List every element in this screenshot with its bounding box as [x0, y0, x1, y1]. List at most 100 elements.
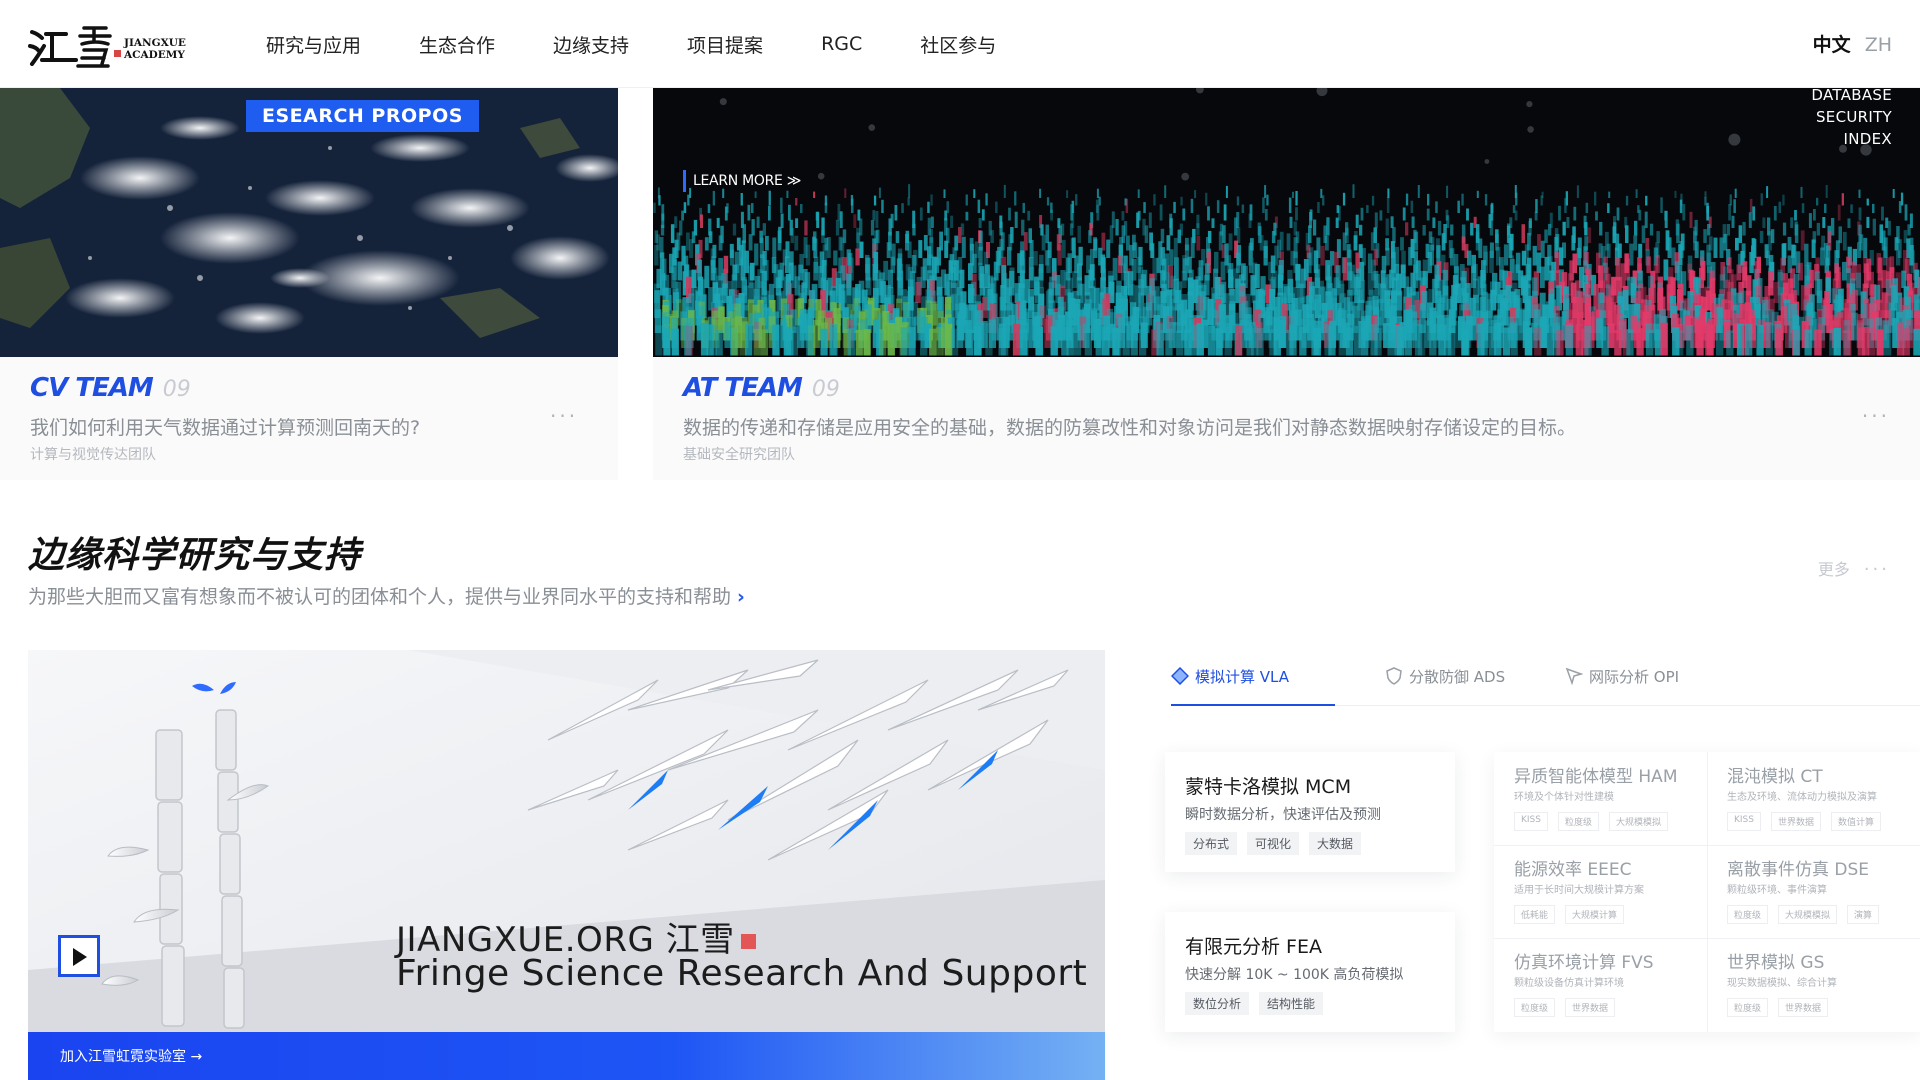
- cv-more-icon[interactable]: ···: [550, 404, 578, 428]
- tag[interactable]: 可视化: [1247, 832, 1300, 855]
- at-team-title: AT TEAM 09: [683, 373, 840, 403]
- tab-vla[interactable]: 模拟计算 VLA: [1171, 666, 1289, 706]
- at-more-icon[interactable]: ···: [1862, 404, 1890, 428]
- tag[interactable]: KISS: [1514, 812, 1548, 831]
- nav-research[interactable]: 研究与应用: [266, 31, 361, 58]
- svg-text:ACADEMY: ACADEMY: [123, 49, 185, 61]
- grid-item-title: 混沌模拟 CT: [1727, 767, 1823, 787]
- featured-card-fea[interactable]: 有限元分析 FEA 快速分解 10K ~ 100K 高负荷模拟 数位分析 结构性…: [1165, 912, 1455, 1032]
- hero-banner: JIANGXUE.ORG 江雪 Fringe Science Research …: [28, 650, 1105, 1080]
- more-link[interactable]: 更多 ···: [1818, 556, 1890, 580]
- tag[interactable]: 结构性能: [1259, 992, 1324, 1015]
- svg-text:JIANGXUE: JIANGXUE: [123, 37, 186, 49]
- tag[interactable]: 大规模模拟: [1778, 905, 1838, 924]
- more-dots-icon: ···: [1863, 559, 1890, 580]
- grid-item-gs[interactable]: 世界模拟 GS 现实数据模拟、综合计算 粒度级 世界数据: [1707, 938, 1920, 1031]
- at-team-subtitle: 基础安全研究团队: [683, 447, 795, 463]
- chevron-right-icon[interactable]: ›: [737, 586, 745, 608]
- featured-card-mcm[interactable]: 蒙特卡洛模拟 MCM 瞬时数据分析，快速评估及预测 分布式 可视化 大数据: [1165, 752, 1455, 872]
- tag[interactable]: 大数据: [1309, 832, 1362, 855]
- learn-more-link[interactable]: LEARN MORE ≫: [683, 170, 801, 192]
- tag[interactable]: 数位分析: [1185, 992, 1250, 1015]
- methods-grid: 异质智能体模型 HAM 环境及个体针对性建模 KISS 粒度级 大规模模拟 混沌…: [1494, 752, 1920, 1032]
- tag[interactable]: KISS: [1727, 812, 1761, 831]
- active-tab-indicator: [1171, 704, 1335, 706]
- tag[interactable]: 世界数据: [1565, 998, 1616, 1017]
- grid-item-tags: 粒度级 大规模模拟 演算: [1727, 905, 1889, 924]
- grid-item-desc: 现实数据模拟、综合计算: [1727, 978, 1837, 989]
- grid-item-dse[interactable]: 离散事件仿真 DSE 颗粒级环境、事件演算 粒度级 大规模模拟 演算: [1707, 845, 1920, 938]
- tag[interactable]: 分布式: [1185, 832, 1238, 855]
- nav-community[interactable]: 社区参与: [920, 31, 996, 58]
- tag[interactable]: 大规模模拟: [1609, 812, 1669, 831]
- tag[interactable]: 演算: [1847, 905, 1880, 924]
- db-line-2: SECURITY: [1815, 108, 1892, 126]
- at-team-description: 数据的传递和存储是应用安全的基础，数据的防篡改性和对象访问是我们对静态数据映射存…: [683, 417, 1577, 439]
- tab-opi-label: 网际分析 OPI: [1589, 668, 1680, 686]
- section-subtitle[interactable]: 为那些大胆而又富有想象而不被认可的团体和个人，提供与业界同水平的支持和帮助 ›: [28, 582, 745, 609]
- fea-tags: 数位分析 结构性能: [1185, 992, 1333, 1015]
- more-label: 更多: [1817, 560, 1850, 579]
- hero-subtitle: Fringe Science Research And Support: [396, 953, 1088, 994]
- grid-item-title: 能源效率 EEEC: [1514, 860, 1632, 880]
- tab-vla-label: 模拟计算 VLA: [1195, 668, 1289, 686]
- tag[interactable]: 低耗能: [1514, 905, 1556, 924]
- shield-icon: [1386, 667, 1402, 685]
- grid-item-tags: KISS 粒度级 大规模模拟: [1514, 812, 1678, 831]
- research-proposal-tag: ESEARCH PROPOS: [246, 100, 479, 132]
- diamond-icon: [1171, 667, 1189, 685]
- grid-item-tags: 粒度级 世界数据: [1514, 998, 1625, 1017]
- mcm-tags: 分布式 可视化 大数据: [1185, 832, 1371, 855]
- site-logo[interactable]: JIANGXUE ACADEMY: [28, 20, 193, 68]
- lang-alt[interactable]: ZH: [1865, 34, 1892, 56]
- grid-item-tags: KISS 世界数据 数值计算: [1727, 812, 1891, 831]
- nav-fringe-support[interactable]: 边缘支持: [553, 31, 629, 58]
- tag[interactable]: 粒度级: [1514, 998, 1556, 1017]
- grid-item-title: 世界模拟 GS: [1727, 953, 1825, 973]
- cv-team-description: 我们如何利用天气数据通过计算预测回南天的?: [30, 417, 421, 439]
- at-team-name: AT TEAM: [683, 373, 803, 403]
- join-lab-link[interactable]: 加入江雪虹霓实验室 →: [60, 1046, 202, 1066]
- grid-item-fvs[interactable]: 仿真环境计算 FVS 颗粒级设备仿真计算环境 粒度级 世界数据: [1494, 938, 1707, 1031]
- play-icon: [73, 948, 87, 966]
- nav-proposals[interactable]: 项目提案: [687, 31, 763, 58]
- section-subtitle-text: 为那些大胆而又富有想象而不被认可的团体和个人，提供与业界同水平的支持和帮助: [28, 586, 732, 608]
- grid-item-ham[interactable]: 异质智能体模型 HAM 环境及个体针对性建模 KISS 粒度级 大规模模拟: [1494, 752, 1707, 845]
- tag[interactable]: 大规模计算: [1565, 905, 1625, 924]
- bamboo-artwork: [28, 650, 1105, 1080]
- seal-icon: [740, 934, 756, 949]
- db-line-3: INDEX: [1843, 130, 1892, 148]
- weather-satellite-image: ESEARCH PROPOS: [0, 88, 618, 357]
- nav-rgc[interactable]: RGC: [821, 33, 862, 55]
- db-line-1: DATABASE: [1811, 88, 1892, 104]
- language-switcher: 中文 ZH: [1813, 30, 1892, 57]
- cursor-icon: [1565, 667, 1583, 685]
- play-video-button[interactable]: [58, 935, 100, 977]
- logo-mark: JIANGXUE ACADEMY: [28, 26, 186, 68]
- at-team-card[interactable]: LEARN MORE ≫ DATABASE SECURITY INDEX AT …: [653, 88, 1920, 480]
- grid-item-title: 异质智能体模型 HAM: [1514, 767, 1678, 787]
- join-lab-bar[interactable]: 加入江雪虹霓实验室 →: [28, 1032, 1105, 1080]
- database-security-index-label: DATABASE SECURITY INDEX: [1811, 88, 1892, 150]
- tab-opi[interactable]: 网际分析 OPI: [1565, 666, 1679, 706]
- grid-item-eeec[interactable]: 能源效率 EEEC 适用于长时间大规模计算方案 低耗能 大规模计算: [1494, 845, 1707, 938]
- tag[interactable]: 世界数据: [1778, 998, 1829, 1017]
- lang-chinese[interactable]: 中文: [1813, 34, 1851, 56]
- nav-ecosystem[interactable]: 生态合作: [419, 31, 495, 58]
- tab-ads-label: 分散防御 ADS: [1409, 668, 1506, 686]
- tag[interactable]: 数值计算: [1831, 812, 1882, 831]
- grid-item-desc: 颗粒级设备仿真计算环境: [1514, 978, 1624, 989]
- cv-team-subtitle: 计算与视觉传达团队: [30, 447, 156, 463]
- tag[interactable]: 粒度级: [1727, 905, 1769, 924]
- tag[interactable]: 粒度级: [1557, 812, 1599, 831]
- tab-ads[interactable]: 分散防御 ADS: [1385, 666, 1505, 706]
- fea-title: 有限元分析 FEA: [1185, 936, 1322, 958]
- tag[interactable]: 世界数据: [1770, 812, 1821, 831]
- grid-item-ct[interactable]: 混沌模拟 CT 生态及环境、流体动力模拟及演算 KISS 世界数据 数值计算: [1707, 752, 1920, 845]
- cv-team-card[interactable]: ESEARCH PROPOS CV TEAM 09 我们如何利用天气数据通过计算预…: [0, 88, 618, 480]
- tag[interactable]: 粒度级: [1727, 998, 1769, 1017]
- grid-item-title: 仿真环境计算 FVS: [1514, 953, 1654, 973]
- grid-item-title: 离散事件仿真 DSE: [1727, 860, 1870, 880]
- cv-team-title: CV TEAM 09: [30, 373, 191, 403]
- simulation-panel: 模拟计算 VLA 分散防御 ADS 网际分析 OPI 蒙特卡洛模拟 MCM 瞬时…: [1137, 650, 1920, 1080]
